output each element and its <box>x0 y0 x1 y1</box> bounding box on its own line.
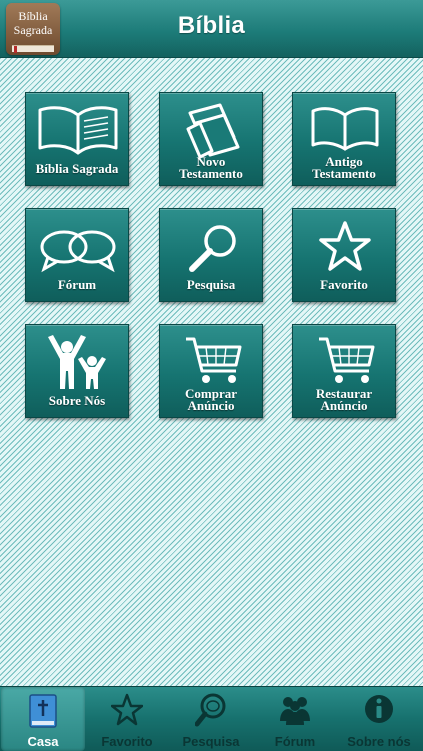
tile-favorito[interactable]: Favorito <box>292 208 396 302</box>
book-pages <box>12 45 54 52</box>
tile-label: Comprar Anúncio <box>162 387 260 413</box>
tile-label-line2: Anúncio <box>187 398 235 413</box>
nav-bar: Bíblia Sagrada Bíblia <box>0 0 423 58</box>
tile-label: Pesquisa <box>186 277 236 292</box>
tab-label: Casa <box>27 734 59 749</box>
tile-label: Bíblia Sagrada <box>35 161 119 176</box>
magnifier-icon <box>195 693 226 727</box>
tile-label-line2: Testamento <box>312 166 376 181</box>
tile-label: Fórum <box>57 277 97 292</box>
tab-sobre-nos[interactable]: Sobre nós <box>337 687 421 751</box>
page-title: Bíblia <box>177 12 246 39</box>
info-icon <box>365 695 393 723</box>
bible-cross-icon <box>29 694 57 728</box>
tile-antigo-testamento[interactable]: Antigo Testamento <box>292 92 396 186</box>
tile-comprar-anuncio[interactable]: Comprar Anúncio <box>159 324 263 418</box>
tab-label: Sobre nós <box>347 734 411 749</box>
tab-forum[interactable]: Fórum <box>253 687 337 751</box>
tile-novo-testamento[interactable]: Novo Testamento <box>159 92 263 186</box>
tab-favorito[interactable]: Favorito <box>85 687 169 751</box>
tile-label: Sobre Nós <box>48 393 106 408</box>
tile-label-line2: Testamento <box>179 166 243 181</box>
tile-label: Novo Testamento <box>162 155 260 181</box>
tile-sobre-nos[interactable]: Sobre Nós <box>25 324 129 418</box>
people-group-icon <box>280 697 310 725</box>
tile-label: Antigo Testamento <box>295 155 393 181</box>
tile-restaurar-anuncio[interactable]: Restaurar Anúncio <box>292 324 396 418</box>
tile-label-line2: Anúncio <box>320 398 368 413</box>
tab-bar: Casa Favorito Pesquisa Fórum Sobre nós <box>0 686 423 751</box>
tab-pesquisa[interactable]: Pesquisa <box>169 687 253 751</box>
menu-grid: Bíblia Sagrada Novo Testamento Antigo Te… <box>0 58 423 686</box>
tab-label: Pesquisa <box>182 734 240 749</box>
tile-label: Favorito <box>320 277 368 292</box>
star-icon <box>111 693 143 726</box>
tile-label: Restaurar Anúncio <box>295 387 393 413</box>
tab-label: Fórum <box>274 734 316 749</box>
tile-pesquisa[interactable]: Pesquisa <box>159 208 263 302</box>
tab-casa[interactable]: Casa <box>1 687 85 751</box>
tile-forum[interactable]: Fórum <box>25 208 129 302</box>
tile-biblia-sagrada[interactable]: Bíblia Sagrada <box>25 92 129 186</box>
bookmark-ribbon <box>14 46 17 53</box>
tab-label: Favorito <box>101 734 153 749</box>
